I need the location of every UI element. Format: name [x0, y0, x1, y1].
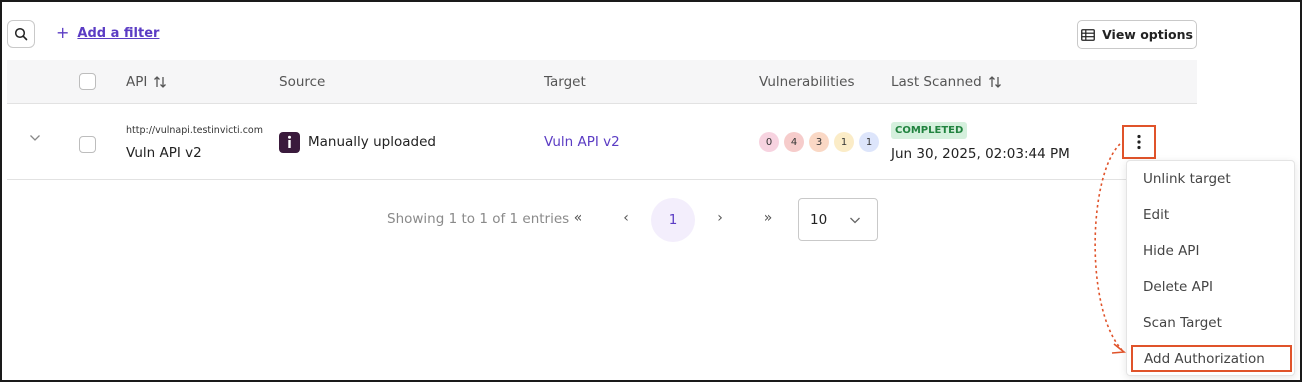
menu-item-edit[interactable]: Edit [1127, 198, 1296, 232]
menu-item-scan-target[interactable]: Scan Target [1127, 306, 1296, 340]
add-filter-label: Add a filter [77, 25, 160, 41]
row-actions-button[interactable] [1122, 125, 1156, 159]
sort-icon [154, 76, 167, 88]
column-header-vulnerabilities: Vulnerabilities [759, 74, 855, 90]
table-icon [1081, 28, 1095, 41]
vulnerability-count-badge: 0 [759, 132, 779, 152]
view-options-button[interactable]: View options [1077, 20, 1197, 49]
row-checkbox[interactable] [79, 136, 96, 153]
page-1-button[interactable]: 1 [651, 198, 695, 242]
row-actions-menu: Unlink target Edit Hide API Delete API S… [1126, 160, 1295, 376]
invicti-logo-icon [279, 132, 300, 153]
more-vertical-icon [1137, 134, 1141, 150]
source-text: Manually uploaded [308, 134, 436, 150]
next-page-button[interactable]: › [705, 203, 735, 233]
sort-icon [988, 76, 1001, 88]
column-header-target: Target [544, 74, 586, 90]
page-size-select[interactable]: 10 [798, 198, 878, 241]
last-page-button[interactable]: » [753, 203, 783, 233]
add-filter-link[interactable]: + Add a filter [56, 25, 159, 41]
menu-item-add-authorization[interactable]: Add Authorization [1131, 345, 1292, 372]
menu-item-unlink-target[interactable]: Unlink target [1127, 162, 1296, 196]
vulnerability-count-badge: 4 [784, 132, 804, 152]
column-header-source: Source [279, 74, 326, 90]
vulnerability-count-badge: 1 [859, 132, 879, 152]
plus-icon: + [56, 23, 70, 42]
table-header: API Source Target Vulnerabilities Last S… [7, 60, 1197, 104]
search-button[interactable] [7, 20, 35, 48]
api-url: http://vulnapi.testinvicti.com [126, 125, 263, 136]
chevron-down-icon [850, 217, 860, 224]
menu-item-delete-api[interactable]: Delete API [1127, 270, 1296, 304]
vulnerability-count-badge: 1 [834, 132, 854, 152]
last-scanned-date: Jun 30, 2025, 02:03:44 PM [891, 146, 1070, 162]
prev-page-button[interactable]: ‹ [611, 203, 641, 233]
search-icon [14, 27, 28, 41]
status-badge: COMPLETED [891, 122, 968, 139]
vulnerability-counts: 0 4 3 1 1 [759, 132, 879, 152]
api-name: Vuln API v2 [126, 145, 202, 161]
menu-item-hide-api[interactable]: Hide API [1127, 234, 1296, 268]
chevron-down-icon[interactable] [29, 134, 41, 142]
table-row[interactable]: http://vulnapi.testinvicti.com Vuln API … [7, 104, 1197, 180]
select-all-checkbox[interactable] [79, 73, 96, 90]
column-header-last-scanned[interactable]: Last Scanned [891, 74, 1002, 90]
vulnerability-count-badge: 3 [809, 132, 829, 152]
pagination-summary: Showing 1 to 1 of 1 entries [387, 211, 570, 227]
column-header-api[interactable]: API [126, 74, 167, 90]
first-page-button[interactable]: « [563, 203, 593, 233]
target-link[interactable]: Vuln API v2 [544, 134, 620, 150]
page-size-value: 10 [810, 212, 828, 228]
view-options-label: View options [1102, 27, 1193, 42]
window-frame [0, 0, 1302, 382]
